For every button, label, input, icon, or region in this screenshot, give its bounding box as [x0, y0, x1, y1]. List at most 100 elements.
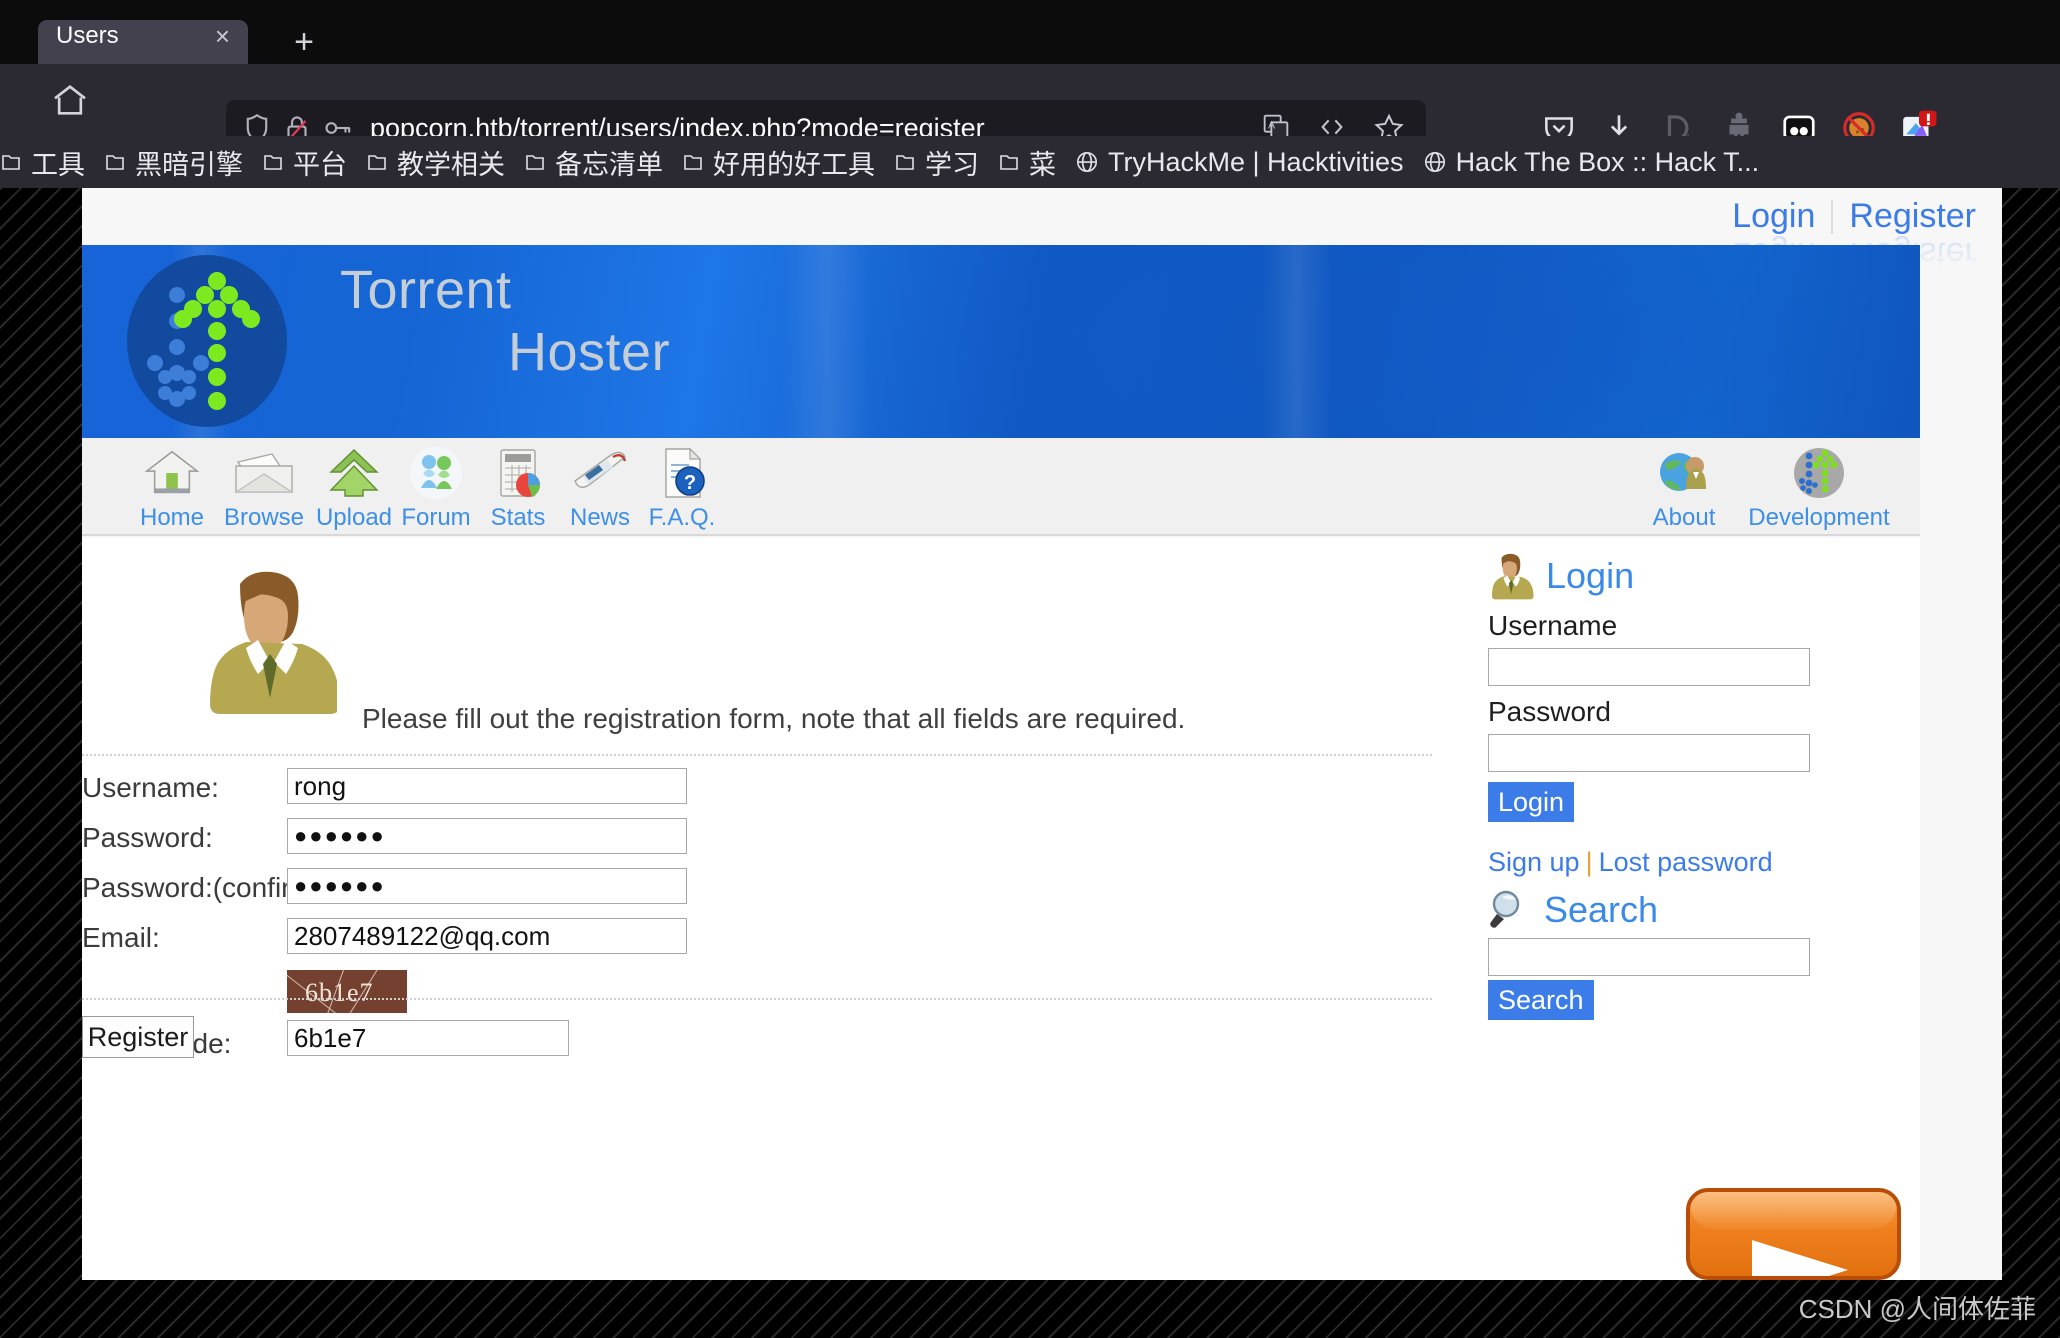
banner-word-hoster: Hoster	[508, 322, 671, 382]
username-field[interactable]	[287, 768, 687, 804]
captcha-field[interactable]	[287, 1020, 569, 1056]
form-row-captcha: 6b1e7 Enter Code:	[82, 968, 1432, 1086]
sidebar-search-title: Search	[1544, 889, 1659, 930]
sidebar-search-button[interactable]: Search	[1488, 980, 1594, 1020]
nav-label-development: Development	[1748, 504, 1890, 531]
form-row-username: Username:	[82, 768, 1432, 818]
tab-strip: Users × +	[0, 0, 2060, 72]
tab-title: Users	[56, 23, 119, 49]
sidebar-login-button[interactable]: Login	[1488, 782, 1575, 822]
sign-up-link[interactable]: Sign up	[1488, 847, 1580, 877]
orange-play-button[interactable]	[1686, 1188, 1901, 1280]
torrent-hoster-site: Login Login Register Register	[82, 188, 2002, 1280]
magnifier-icon	[1490, 890, 1520, 928]
folder-icon	[264, 155, 282, 170]
bookmark-item[interactable]: 教学相关	[356, 142, 514, 182]
bookmarks-bar: 工具 黑暗引擎 平台 教学相关 备忘清单 好用的好工具 学习 菜 TryHack…	[0, 136, 2060, 188]
bookmark-item[interactable]: 工具	[0, 142, 94, 182]
bookmark-label: 好用的好工具	[713, 149, 875, 180]
bookmark-label: 黑暗引擎	[135, 149, 243, 180]
folder-icon	[684, 155, 702, 170]
register-button[interactable]: Register	[82, 1016, 194, 1058]
folder-icon	[526, 155, 544, 170]
bookmark-label: TryHackMe | Hacktivities	[1108, 146, 1404, 177]
csdn-watermark: CSDN @人间体佐菲	[1798, 1294, 2036, 1324]
play-triangle-icon	[1752, 1240, 1848, 1276]
bookmark-item[interactable]: TryHackMe | Hacktivities	[1065, 142, 1413, 182]
password-field[interactable]	[287, 818, 687, 854]
sidebar-login-title: Login	[1546, 555, 1635, 596]
bookmark-item[interactable]: 备忘清单	[514, 142, 672, 182]
form-row-email: Email:	[82, 918, 1432, 968]
nav-item-faq[interactable]: ? F.A.Q.	[628, 444, 736, 532]
sidebar-password-label: Password	[1488, 696, 1611, 727]
top-login-label: Login	[1732, 197, 1816, 235]
banner-wordmark: Torrent Hoster	[340, 261, 670, 381]
form-row-password: Password:	[82, 818, 1432, 868]
bookmark-label: 菜	[1029, 149, 1056, 180]
button-gloss	[1690, 1192, 1897, 1230]
user-avatar-icon	[1491, 553, 1534, 600]
password-confirm-field[interactable]	[287, 868, 687, 904]
bookmark-item[interactable]: 学习	[884, 142, 988, 182]
site-banner: Torrent Hoster	[82, 245, 1920, 438]
torrent-hoster-logo	[127, 255, 287, 427]
bookmark-item[interactable]: Hack The Box :: Hack T...	[1413, 142, 1769, 182]
nav-item-development[interactable]: Development	[1744, 444, 1894, 532]
home-icon[interactable]	[50, 80, 90, 120]
top-login-link[interactable]: Login Login	[1716, 196, 1831, 273]
form-row-password-confirm: Password:(confirm)	[82, 868, 1432, 918]
sidebar: Login Username Password Login Sign up | Lo…	[1472, 538, 1920, 1280]
username-label: Username:	[82, 772, 219, 803]
nav-label-faq: F.A.Q.	[648, 504, 716, 531]
nav-label-about: About	[1652, 504, 1716, 531]
folder-icon	[1000, 155, 1018, 170]
top-register-label: Register	[1849, 197, 1976, 235]
password-label: Password:	[82, 822, 213, 853]
bookmark-item[interactable]: 好用的好工具	[672, 142, 884, 182]
document-question-icon: ?	[628, 444, 736, 502]
captcha-image: 6b1e7	[287, 970, 407, 1013]
banner-word-torrent: Torrent	[340, 260, 512, 320]
nav-divider	[82, 534, 1920, 536]
sidebar-search-input[interactable]	[1488, 938, 1810, 976]
registration-form: Username: Password: Password:(confirm) E…	[82, 768, 1432, 1086]
site-navigation-bar: Home Browse Upload Forum Stats News ? F.…	[82, 438, 1920, 536]
sidebar-search-header: Search	[1488, 888, 1920, 932]
dev-dots-icon	[1744, 444, 1894, 502]
divider-top	[82, 754, 1432, 756]
bookmark-item[interactable]: 黑暗引擎	[94, 142, 252, 182]
bookmark-label: 学习	[925, 149, 979, 180]
folder-icon	[368, 155, 386, 170]
user-avatar-icon	[210, 571, 337, 714]
sidebar-account-links: Sign up | Lost password	[1488, 846, 1920, 878]
email-field[interactable]	[287, 918, 687, 954]
lost-password-link[interactable]: Lost password	[1599, 847, 1773, 877]
bookmark-item[interactable]: 平台	[252, 142, 356, 182]
registration-intro: Please fill out the registration form, n…	[362, 703, 1186, 734]
close-icon[interactable]: ×	[209, 23, 236, 49]
bookmark-label: 教学相关	[397, 149, 505, 180]
folder-icon	[896, 155, 914, 170]
browser-window: Users × + popcorn.htb/torrent/users/inde…	[0, 0, 2060, 1338]
globe-person-icon	[1630, 444, 1738, 502]
bookmark-item[interactable]: 菜	[988, 142, 1065, 182]
bookmark-label: 工具	[31, 149, 85, 180]
bookmark-label: 备忘清单	[555, 149, 663, 180]
bookmark-label: 平台	[293, 149, 347, 180]
sidebar-username-input[interactable]	[1488, 648, 1810, 686]
folder-icon	[106, 155, 124, 170]
svg-text:?: ?	[684, 472, 696, 494]
links-separator: |	[1585, 847, 1593, 877]
new-tab-icon[interactable]: +	[284, 22, 324, 62]
captcha-text: 6b1e7	[305, 978, 374, 1007]
nav-item-about[interactable]: About	[1630, 444, 1738, 532]
page-viewport: Login Login Register Register	[0, 188, 2060, 1338]
globe-icon	[1076, 151, 1098, 173]
email-label: Email:	[82, 922, 160, 953]
globe-icon	[1424, 151, 1445, 173]
top-register-link[interactable]: Register Register	[1833, 196, 1992, 273]
folder-icon	[2, 155, 20, 170]
sidebar-username-label: Username	[1488, 610, 1618, 641]
sidebar-password-input[interactable]	[1488, 734, 1810, 772]
